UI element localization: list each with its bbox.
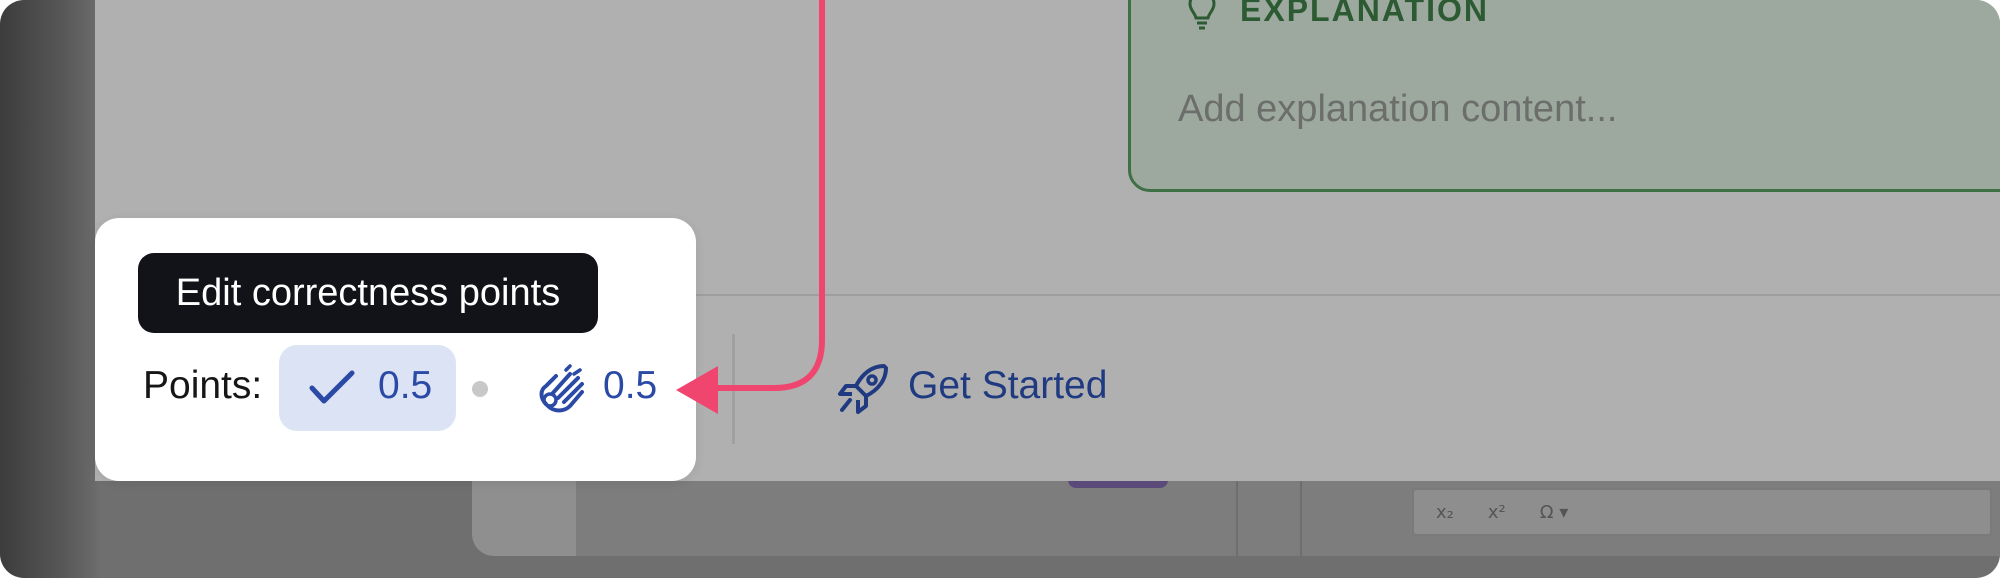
superscript-button[interactable]: x² [1488, 502, 1506, 523]
tooltip-text: Edit correctness points [175, 271, 561, 314]
explanation-placeholder[interactable]: Add explanation content... [1178, 88, 1617, 131]
get-started-button[interactable]: Get Started [908, 364, 1107, 408]
special-characters-button[interactable]: Ω ▾ [1540, 502, 1569, 523]
checkmark-icon [309, 370, 355, 404]
explanation-title: EXPLANATION [1240, 0, 1489, 28]
tooltip: Edit correctness points [138, 253, 598, 333]
text-format-toolbar: x₂ x² Ω ▾ [1412, 488, 1992, 536]
effort-points-value[interactable]: 0.5 [603, 364, 657, 408]
subscript-button[interactable]: x₂ [1436, 502, 1454, 523]
rocket-icon [838, 364, 888, 414]
vertical-divider [732, 334, 735, 444]
points-label: Points: [143, 364, 263, 407]
correctness-points-value: 0.5 [378, 364, 433, 407]
lightbulb-icon [1188, 0, 1216, 30]
separator-dot [472, 381, 488, 397]
purple-button-edge [1068, 480, 1168, 488]
screenshot-frame: x₂ x² Ω ▾ EXPLANATION Add explanation co… [0, 0, 2000, 578]
clapping-hand-icon[interactable] [536, 364, 588, 416]
